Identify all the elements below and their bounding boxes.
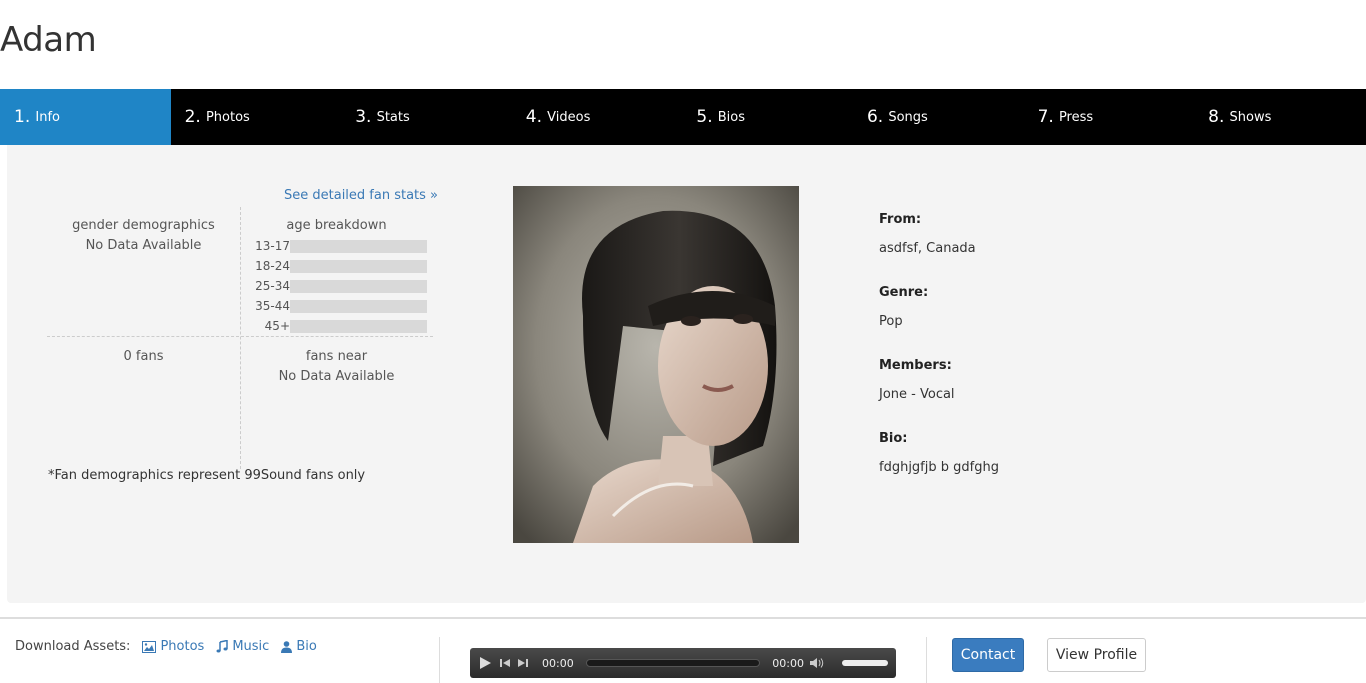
age-bar xyxy=(290,259,427,273)
stats-vertical-divider xyxy=(240,207,241,469)
age-row: 25-34 xyxy=(244,279,428,293)
artist-photo xyxy=(513,186,799,543)
gender-demographics-value: No Data Available xyxy=(85,238,202,253)
contact-button[interactable]: Contact xyxy=(952,638,1024,672)
tab-number: 3. xyxy=(355,107,372,127)
tab-number: 2. xyxy=(184,107,201,127)
download-photos-link[interactable]: Photos xyxy=(142,639,204,654)
tab-number: 6. xyxy=(866,107,884,127)
age-range-label: 13-17 xyxy=(255,239,290,253)
download-assets: Download Assets: Photos Music Bio xyxy=(15,639,317,654)
age-range-label: 18-24 xyxy=(255,259,290,273)
tab-stats[interactable]: 3. Stats xyxy=(341,89,512,145)
tab-videos[interactable]: 4. Videos xyxy=(512,89,683,145)
next-button[interactable] xyxy=(518,658,528,668)
members-label: Members: xyxy=(879,358,952,373)
tab-shows[interactable]: 8. Shows xyxy=(1194,89,1365,145)
seek-bar[interactable] xyxy=(585,659,761,667)
genre-value: Pop xyxy=(879,314,903,329)
from-value: asdfsf, Canada xyxy=(879,241,976,256)
music-note-icon xyxy=(216,640,229,653)
stats-horizontal-divider xyxy=(47,336,433,337)
tab-label: Shows xyxy=(1229,109,1272,125)
tab-label: Bios xyxy=(717,109,746,125)
footer-separator xyxy=(926,637,927,683)
mute-button[interactable] xyxy=(810,657,826,669)
genre-label: Genre: xyxy=(879,285,929,300)
previous-button[interactable] xyxy=(500,658,510,668)
tab-photos[interactable]: 2. Photos xyxy=(171,89,342,145)
volume-icon xyxy=(810,658,824,668)
tab-bar: 1. Info 2. Photos 3. Stats 4. Videos 5. … xyxy=(0,89,1366,145)
tab-number: 4. xyxy=(525,107,543,127)
total-time: 00:00 xyxy=(772,656,804,670)
play-icon xyxy=(480,657,491,669)
bio-value: fdghjgfjb b gdfghg xyxy=(879,460,999,475)
footer-separator xyxy=(439,637,440,683)
tab-label: Press xyxy=(1058,109,1094,125)
tab-number: 5. xyxy=(696,107,713,127)
age-bar xyxy=(290,279,427,293)
tab-press[interactable]: 7. Press xyxy=(1024,89,1195,145)
fan-demographics-note: *Fan demographics represent 99Sound fans… xyxy=(48,468,366,483)
picture-icon xyxy=(142,640,157,653)
age-bar xyxy=(290,239,427,253)
age-row: 45+ xyxy=(244,319,428,333)
footer-divider xyxy=(0,617,1366,619)
tab-number: 1. xyxy=(14,107,31,127)
age-range-label: 25-34 xyxy=(255,279,290,293)
fans-near-value: No Data Available xyxy=(278,369,395,384)
tab-label: Songs xyxy=(888,109,928,125)
fans-count: 0 fans xyxy=(123,349,164,364)
bio-label: Bio: xyxy=(879,431,908,446)
age-breakdown-heading: age breakdown xyxy=(286,218,387,233)
age-row: 35-44 xyxy=(244,299,428,313)
download-bio-link[interactable]: Bio xyxy=(281,639,317,654)
age-range-label: 35-44 xyxy=(255,299,290,313)
age-bar xyxy=(290,319,427,333)
tab-label: Videos xyxy=(547,109,591,125)
download-music-link[interactable]: Music xyxy=(216,639,269,654)
skip-back-icon xyxy=(500,659,510,667)
age-row: 13-17 xyxy=(244,239,428,253)
age-bar xyxy=(290,299,427,313)
tab-label: Stats xyxy=(376,109,410,125)
volume-slider[interactable] xyxy=(842,660,888,666)
tab-songs[interactable]: 6. Songs xyxy=(853,89,1024,145)
tab-label: Photos xyxy=(205,109,250,125)
tab-label: Info xyxy=(35,109,60,125)
view-profile-button[interactable]: View Profile xyxy=(1047,638,1146,672)
gender-demographics-heading: gender demographics xyxy=(72,218,215,233)
current-time: 00:00 xyxy=(542,656,574,670)
tab-number: 7. xyxy=(1037,107,1054,127)
audio-player: 00:00 00:00 xyxy=(470,648,896,678)
age-row: 18-24 xyxy=(244,259,428,273)
tab-info[interactable]: 1. Info xyxy=(0,89,171,145)
fans-near-heading: fans near xyxy=(305,349,368,364)
download-music-label: Music xyxy=(232,639,270,654)
download-bio-label: Bio xyxy=(296,639,317,654)
members-value: Jone - Vocal xyxy=(879,387,955,402)
tab-number: 8. xyxy=(1208,107,1225,127)
skip-forward-icon xyxy=(518,659,528,667)
from-label: From: xyxy=(879,212,922,227)
download-photos-label: Photos xyxy=(160,639,205,654)
detailed-fan-stats-link[interactable]: See detailed fan stats » xyxy=(284,188,438,203)
play-button[interactable] xyxy=(478,656,492,670)
tab-bios[interactable]: 5. Bios xyxy=(682,89,853,145)
age-range-label: 45+ xyxy=(264,319,290,333)
page-title: Adam xyxy=(0,20,97,60)
user-icon xyxy=(281,640,293,653)
download-assets-label: Download Assets: xyxy=(15,639,131,654)
